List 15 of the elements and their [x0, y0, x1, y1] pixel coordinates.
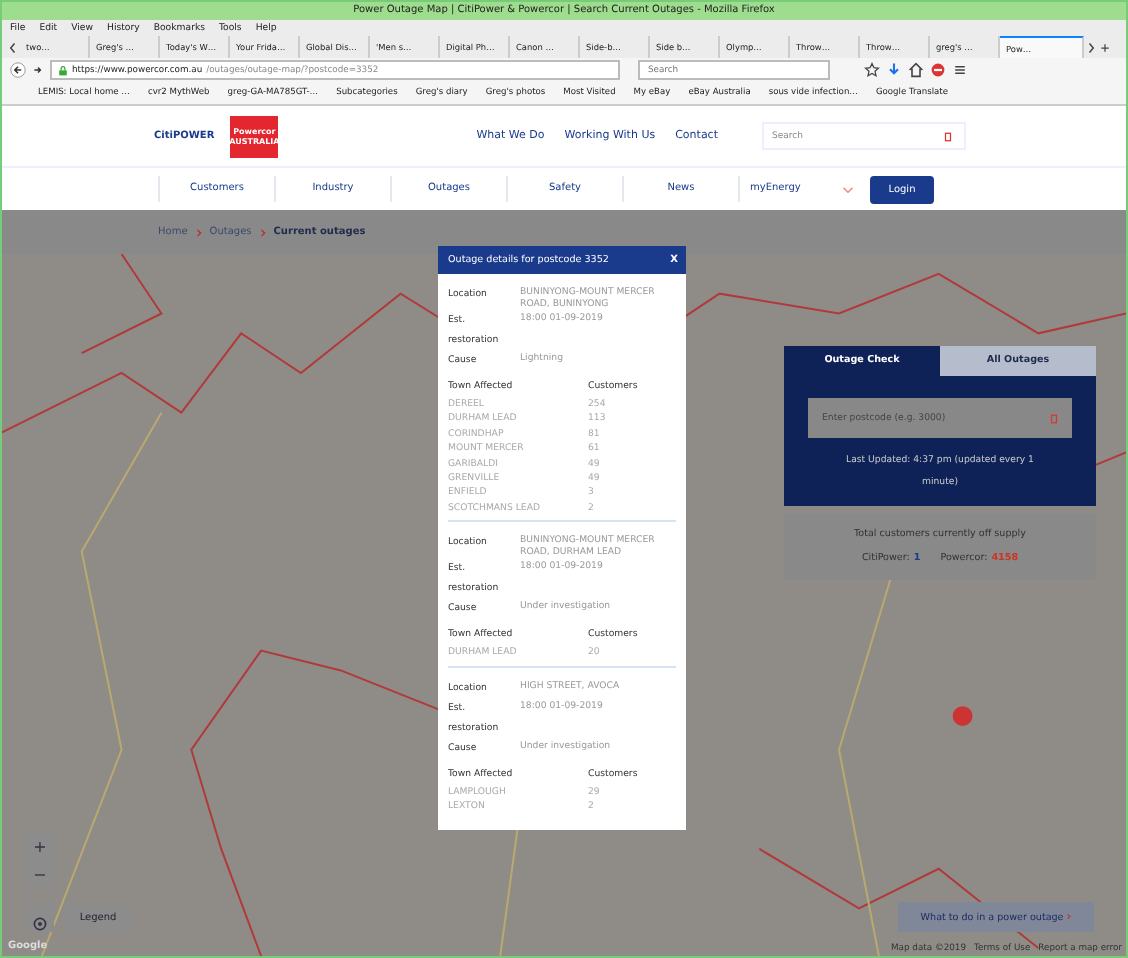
forward-icon[interactable] — [32, 62, 44, 78]
chevron-right-icon — [195, 227, 202, 237]
stop-sign-icon[interactable] — [930, 62, 946, 78]
lock-icon — [58, 65, 68, 75]
menu-icon[interactable] — [952, 62, 968, 78]
download-icon[interactable] — [886, 62, 902, 78]
back-icon[interactable] — [10, 62, 26, 78]
chevron-right-icon — [259, 227, 266, 237]
new-tab-icon[interactable] — [1100, 41, 1110, 53]
tab-scroll-left-icon[interactable] — [8, 41, 18, 53]
locate-button[interactable] — [26, 904, 54, 932]
star-icon[interactable] — [864, 62, 880, 78]
home-icon[interactable] — [908, 62, 924, 78]
crosshair-icon — [32, 916, 48, 932]
tab-scroll-right-icon[interactable] — [1086, 41, 1096, 53]
